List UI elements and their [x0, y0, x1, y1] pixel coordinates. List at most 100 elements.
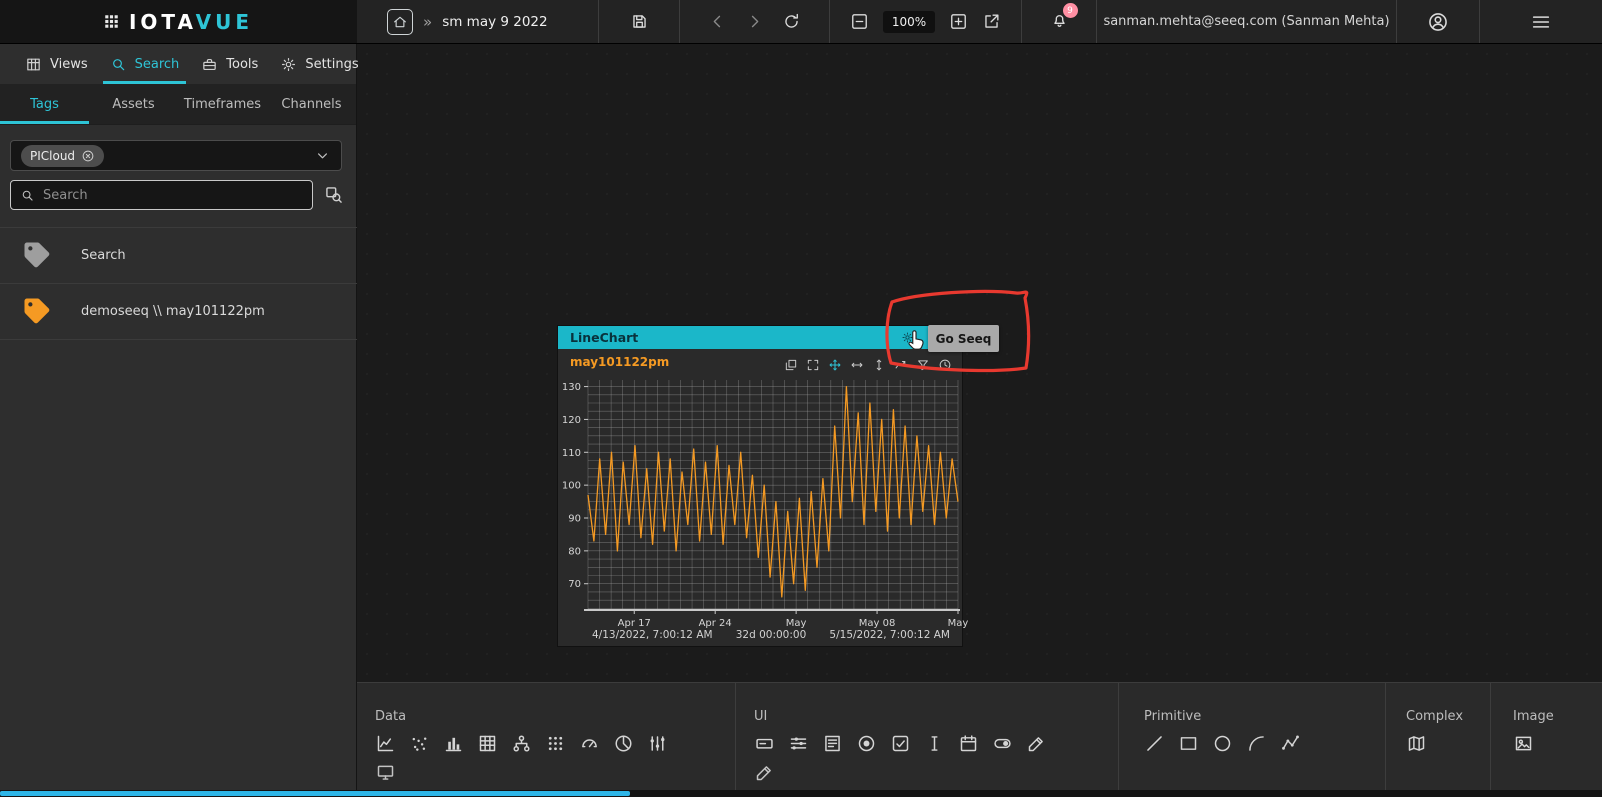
range-start: 4/13/2022, 7:00:12 AM — [592, 629, 713, 641]
notifications-button[interactable]: 9 — [1050, 10, 1069, 33]
toggle-icon[interactable] — [992, 733, 1013, 754]
line-icon[interactable] — [1144, 733, 1165, 754]
checkbox-icon[interactable] — [890, 733, 911, 754]
logo-text: IOTAVUE — [129, 10, 253, 34]
views-icon — [25, 56, 42, 73]
scrollbar-thumb[interactable] — [0, 791, 630, 796]
go-seeq-button[interactable]: Go Seeq — [928, 325, 999, 352]
linechart-widget[interactable]: LineChart may101122pm Apr 17Apr 24MayMay… — [558, 326, 962, 646]
gauge-icon[interactable] — [579, 733, 600, 754]
remove-source-icon[interactable] — [81, 149, 95, 163]
notification-badge: 9 — [1063, 3, 1078, 18]
h-arrows-icon[interactable] — [850, 358, 864, 372]
menu-group — [1480, 0, 1602, 43]
toolbox-panel: DataUIPrimitiveComplexImage — [357, 682, 1602, 797]
line-chart[interactable]: Apr 17Apr 24MayMay 08May1301201101009080… — [562, 374, 972, 636]
scatter-plot-icon[interactable] — [409, 733, 430, 754]
source-chip-label: PICloud — [30, 149, 75, 163]
popout-icon[interactable] — [784, 358, 798, 372]
equalizer-icon[interactable] — [647, 733, 668, 754]
radio-button-icon[interactable] — [856, 733, 877, 754]
map-icon[interactable] — [1406, 733, 1427, 754]
tools-icon — [201, 56, 218, 73]
history-nav-group — [680, 0, 830, 43]
heatmap-icon[interactable] — [545, 733, 566, 754]
fullscreen-icon[interactable] — [806, 358, 820, 372]
refresh-icon[interactable] — [782, 12, 801, 31]
pie-chart-icon[interactable] — [613, 733, 634, 754]
funnel-icon[interactable] — [916, 358, 930, 372]
divider — [0, 339, 357, 340]
tab-timeframes[interactable]: Timeframes — [178, 84, 267, 124]
result-item[interactable]: demoseeq \\ may101122pm — [0, 284, 357, 338]
slider-levels-icon[interactable] — [788, 733, 809, 754]
svg-text:May: May — [948, 618, 969, 629]
horizontal-scrollbar — [0, 790, 1602, 797]
range-duration: 32d 00:00:00 — [736, 629, 807, 641]
sidebar: Views Search Tools Settings Tags Assets … — [0, 44, 357, 797]
svg-text:May: May — [786, 618, 807, 629]
trend-icon[interactable] — [894, 358, 908, 372]
advanced-search-icon[interactable] — [324, 185, 344, 205]
nav-item-tools[interactable]: Tools — [190, 44, 269, 84]
chevron-down-icon — [314, 147, 331, 164]
tab-tags[interactable]: Tags — [0, 84, 89, 124]
nav-label: Settings — [305, 57, 358, 72]
move-icon[interactable] — [828, 358, 842, 372]
nav-item-views[interactable]: Views — [14, 44, 99, 84]
back-icon[interactable] — [708, 12, 727, 31]
topbar: IOTAVUE » sm may 9 2022 100% 9 — [0, 0, 1602, 44]
app-logo: IOTAVUE — [0, 0, 357, 43]
widget-title: LineChart — [570, 330, 638, 345]
input-box-icon[interactable] — [754, 733, 775, 754]
source-chip[interactable]: PICloud — [21, 145, 104, 167]
search-icon — [20, 188, 35, 203]
account-icon[interactable] — [1427, 11, 1449, 33]
area-chart-icon[interactable] — [375, 733, 396, 754]
save-icon[interactable] — [630, 12, 649, 31]
search-input[interactable] — [43, 188, 303, 203]
tab-channels[interactable]: Channels — [267, 84, 356, 124]
sidebar-nav: Views Search Tools Settings — [0, 44, 356, 84]
nav-label: Search — [135, 57, 180, 72]
tab-assets[interactable]: Assets — [89, 84, 178, 124]
series-label: may101122pm — [570, 355, 669, 369]
zoom-out-icon[interactable] — [850, 12, 869, 31]
hamburger-menu-icon[interactable] — [1530, 11, 1552, 33]
screen-icon[interactable] — [375, 762, 396, 783]
v-arrows-icon[interactable] — [872, 358, 886, 372]
pivot-table-icon[interactable] — [477, 733, 498, 754]
breadcrumb: sm may 9 2022 — [442, 14, 547, 30]
search-field[interactable] — [10, 180, 313, 210]
result-item[interactable]: Search — [0, 228, 357, 282]
zoom-in-icon[interactable] — [949, 12, 968, 31]
widget-settings-icon[interactable] — [901, 331, 914, 344]
paragraph-icon[interactable] — [822, 733, 843, 754]
svg-text:100: 100 — [562, 481, 581, 492]
edit-pen-icon[interactable] — [754, 762, 775, 783]
hierarchy-icon[interactable] — [511, 733, 532, 754]
datasource-dropdown[interactable]: PICloud — [10, 140, 342, 171]
history-icon[interactable] — [938, 358, 952, 372]
ellipse-icon[interactable] — [1212, 733, 1233, 754]
polyline-icon[interactable] — [1280, 733, 1301, 754]
text-cursor-icon[interactable] — [924, 733, 945, 754]
design-canvas[interactable] — [357, 44, 1602, 682]
breadcrumb-separator: » — [423, 13, 432, 31]
open-external-icon[interactable] — [982, 12, 1001, 31]
calendar-icon[interactable] — [958, 733, 979, 754]
image-icon[interactable] — [1513, 733, 1534, 754]
rectangle-icon[interactable] — [1178, 733, 1199, 754]
edit-pen-icon[interactable] — [1026, 733, 1047, 754]
toolbox-section-title: Primitive — [1144, 709, 1385, 724]
home-button[interactable] — [387, 9, 413, 35]
widget-header[interactable]: LineChart — [558, 326, 962, 349]
forward-icon[interactable] — [745, 12, 764, 31]
result-label: demoseeq \\ may101122pm — [81, 304, 265, 319]
bar-chart-icon[interactable] — [443, 733, 464, 754]
nav-item-search[interactable]: Search — [99, 44, 191, 84]
nav-item-settings[interactable]: Settings — [269, 44, 369, 84]
arc-icon[interactable] — [1246, 733, 1267, 754]
home-icon — [392, 14, 408, 30]
toolbox-section-primitive: Primitive — [1118, 683, 1385, 797]
